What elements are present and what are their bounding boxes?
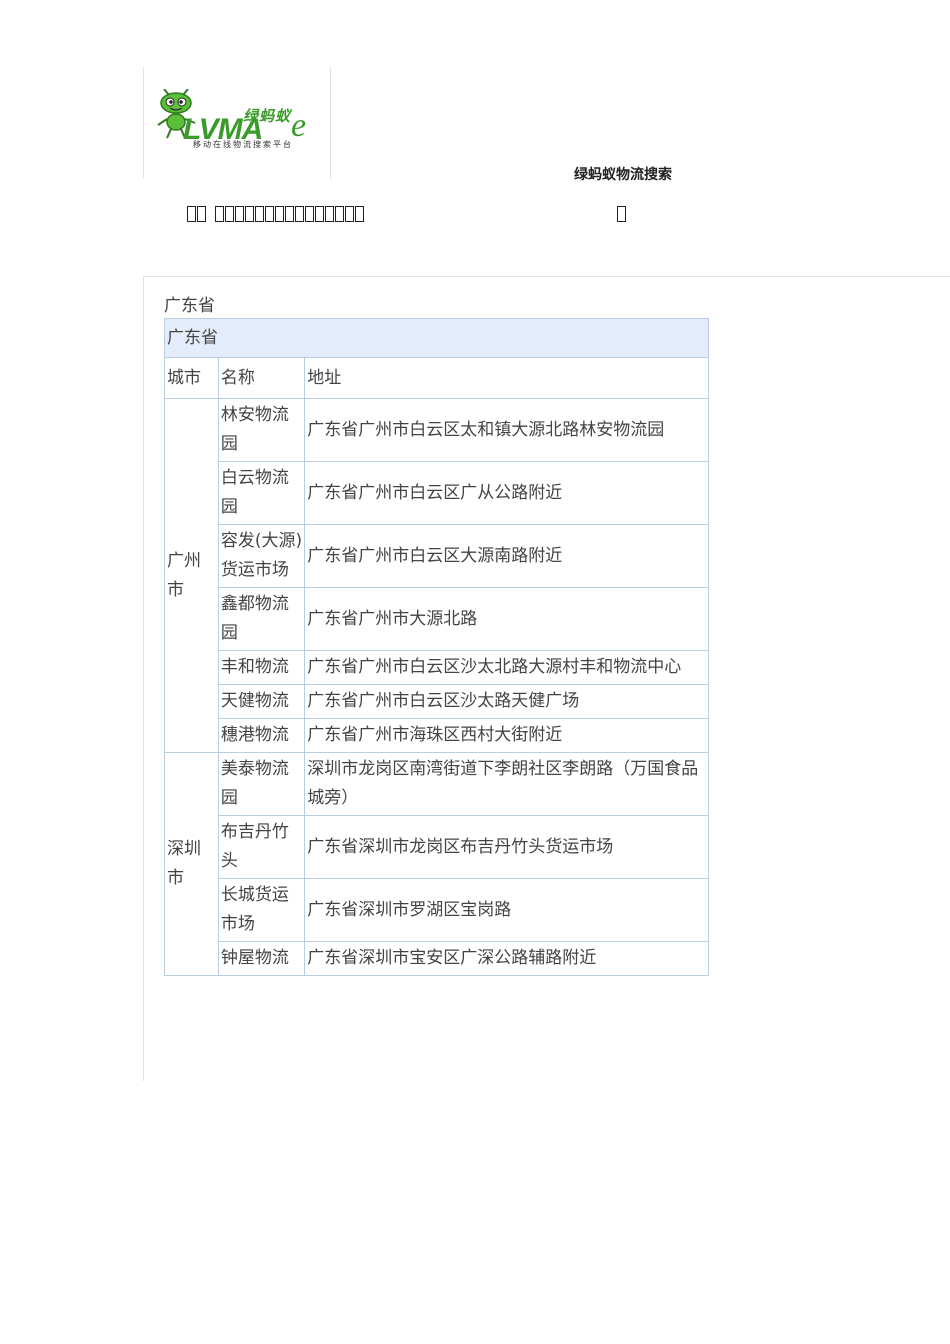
address-cell: 广东省广州市白云区太和镇大源北路林安物流园	[304, 398, 709, 462]
missing-glyph-box	[245, 205, 254, 222]
table-row: 穗港物流 广东省广州市海珠区西村大街附近	[165, 718, 709, 753]
table-row: 天健物流 广东省广州市白云区沙太路天健广场	[165, 684, 709, 719]
table-row: 长城货运市场 广东省深圳市罗湖区宝岗路	[165, 878, 709, 942]
column-header-row: 城市 名称 地址	[164, 357, 709, 399]
missing-glyph-box	[255, 205, 264, 222]
address-cell: 广东省广州市白云区沙太路天健广场	[304, 684, 709, 719]
province-header-cell: 广东省	[164, 318, 709, 358]
table-row: 钟屋物流 广东省深圳市宝安区广深公路辅路附近	[165, 941, 709, 976]
address-cell: 广东省广州市白云区广从公路附近	[304, 461, 709, 525]
logo-e-glyph: e	[291, 107, 307, 144]
missing-glyph-box	[275, 205, 284, 222]
column-header-name: 名称	[217, 357, 306, 399]
site-title: 绿蚂蚁物流搜索	[574, 167, 672, 183]
logo: 绿蚂蚁 LVMA e 移动在线物流搜索平台	[143, 67, 331, 179]
city-cell: 深圳市	[164, 752, 219, 976]
garbled-text-line	[187, 203, 365, 222]
name-cell: 白云物流园	[217, 461, 306, 525]
table-row: 深圳市 美泰物流园 深圳市龙岗区南湾街道下李朗社区李朗路（万国食品城旁）	[164, 752, 709, 976]
missing-glyph-box	[215, 205, 224, 222]
address-cell: 深圳市龙岗区南湾街道下李朗社区李朗路（万国食品城旁）	[304, 752, 709, 816]
missing-glyph-box	[225, 205, 234, 222]
name-cell: 钟屋物流	[217, 941, 306, 976]
province-label: 广东省	[164, 296, 215, 316]
table-row: 广州市 林安物流园 广东省广州市白云区太和镇大源北路林安物流园	[164, 398, 709, 753]
address-cell: 广东省深圳市龙岗区布吉丹竹头货运市场	[304, 815, 709, 879]
name-cell: 穗港物流	[217, 718, 306, 753]
table-row: 容发(大源)货运市场 广东省广州市白云区大源南路附近	[165, 524, 709, 588]
column-header-city: 城市	[164, 357, 219, 399]
name-cell: 林安物流园	[217, 398, 306, 462]
name-cell: 美泰物流园	[217, 752, 306, 816]
city-cell: 广州市	[164, 398, 219, 753]
address-cell: 广东省广州市海珠区西村大街附近	[304, 718, 709, 753]
table-row: 丰和物流 广东省广州市白云区沙太北路大源村丰和物流中心	[165, 650, 709, 685]
name-cell: 布吉丹竹头	[217, 815, 306, 879]
missing-glyph-box	[617, 205, 626, 222]
address-cell: 广东省深圳市宝安区广深公路辅路附近	[304, 941, 709, 976]
name-cell: 鑫都物流园	[217, 587, 306, 651]
missing-glyph-box	[265, 205, 274, 222]
missing-glyph-box	[197, 205, 206, 222]
garbled-text-trailing	[617, 203, 627, 222]
logo-tagline: 移动在线物流搜索平台	[193, 140, 293, 149]
name-cell: 天健物流	[217, 684, 306, 719]
name-cell: 长城货运市场	[217, 878, 306, 942]
name-cell: 容发(大源)货运市场	[217, 524, 306, 588]
address-cell: 广东省广州市白云区沙太北路大源村丰和物流中心	[304, 650, 709, 685]
missing-glyph-box	[285, 205, 294, 222]
table-row: 白云物流园 广东省广州市白云区广从公路附近	[165, 461, 709, 525]
address-cell: 广东省深圳市罗湖区宝岗路	[304, 878, 709, 942]
table-row: 布吉丹竹头 广东省深圳市龙岗区布吉丹竹头货运市场	[165, 815, 709, 879]
missing-glyph-box	[355, 205, 364, 222]
province-header-row: 广东省	[164, 318, 709, 358]
missing-glyph-box	[335, 205, 344, 222]
logistics-table: 广东省 城市 名称 地址 广州市 林安物流园 广东省广州市白云区太和镇大源北路林安物…	[164, 318, 709, 976]
missing-glyph-box	[235, 205, 244, 222]
missing-glyph-box	[187, 205, 196, 222]
address-cell: 广东省广州市大源北路	[304, 587, 709, 651]
content-panel: 广东省 广东省 城市 名称 地址 广州市 林安物流园 广东省广州市白云区太和镇大源北…	[143, 276, 950, 1081]
column-header-address: 地址	[304, 357, 709, 399]
missing-glyph-box	[315, 205, 324, 222]
missing-glyph-box	[325, 205, 334, 222]
table-row: 鑫都物流园 广东省广州市大源北路	[165, 587, 709, 651]
name-cell: 丰和物流	[217, 650, 306, 685]
address-cell: 广东省广州市白云区大源南路附近	[304, 524, 709, 588]
missing-glyph-box	[295, 205, 304, 222]
missing-glyph-box	[305, 205, 314, 222]
missing-glyph-box	[345, 205, 354, 222]
